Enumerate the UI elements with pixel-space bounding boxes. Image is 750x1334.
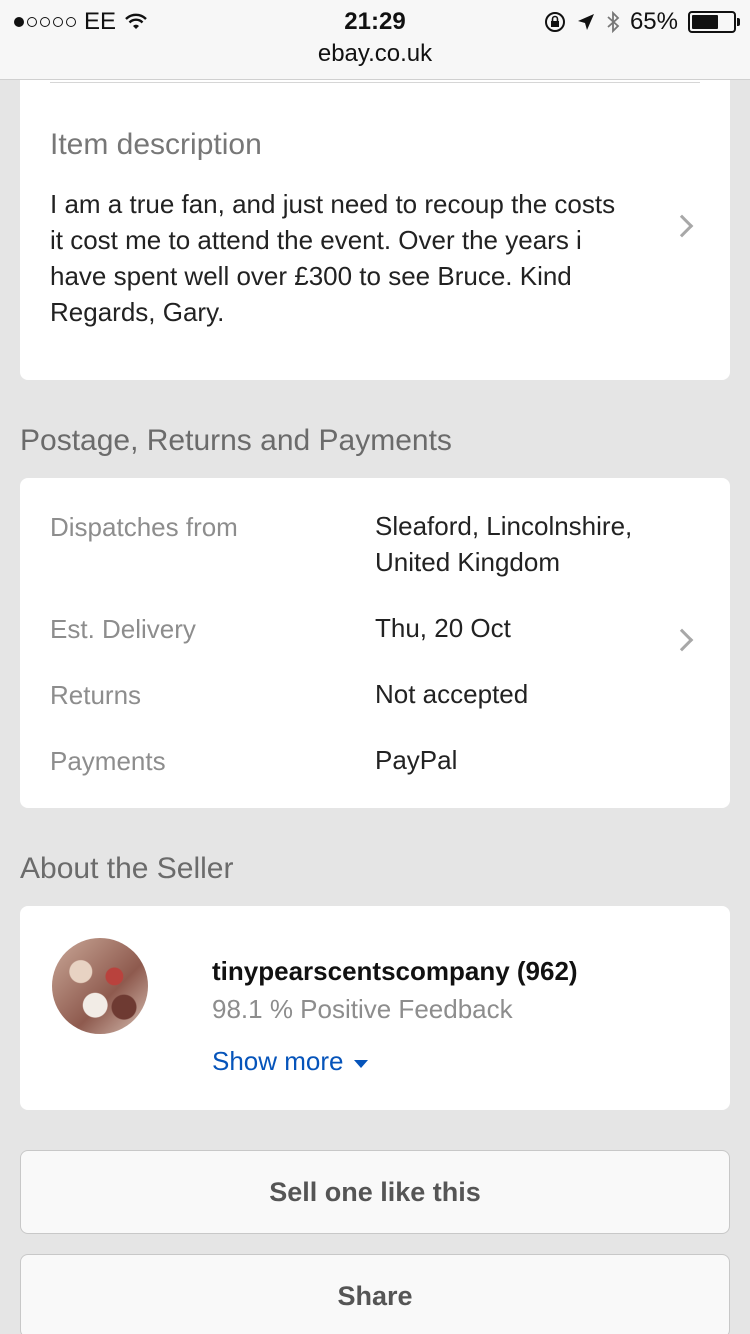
caret-down-icon [353,1059,368,1068]
item-description-label: Item description [50,128,262,161]
postage-section-title: Postage, Returns and Payments [20,424,452,457]
returns-label: Returns [50,680,142,710]
about-seller-title: About the Seller [20,852,234,885]
location-arrow-icon [577,14,594,30]
bluetooth-icon [607,11,620,33]
chevron-right-icon[interactable] [670,214,694,238]
seller-name[interactable]: tinypearscentscompany (962) [212,956,578,987]
battery-icon [688,11,740,33]
show-more-link[interactable]: Show more [212,1046,368,1077]
payments-label: Payments [50,746,166,776]
status-bar: EE 21:29 65% ebay.co.uk [0,0,750,80]
dispatches-from-value: Sleaford, Lincolnshire, United Kingdom [375,511,633,577]
divider [50,82,700,83]
item-description-text: I am a true fan, and just need to recoup… [50,189,616,327]
rotation-lock-icon [544,12,565,32]
seller-card: tinypearscentscompany (962) 98.1 % Posit… [20,906,730,1110]
postage-card[interactable]: Dispatches from Sleaford, Lincolnshire, … [20,478,730,808]
dispatches-from-label: Dispatches from [50,512,238,542]
battery-percent: 65% [629,8,678,35]
status-right: 65% [544,8,740,36]
sell-one-like-this-button[interactable]: Sell one like this [20,1150,730,1234]
seller-avatar[interactable] [52,938,148,1034]
returns-value: Not accepted [375,679,529,709]
url-bar[interactable]: ebay.co.uk [0,40,750,68]
show-more-label: Show more [212,1046,344,1076]
seller-feedback: 98.1 % Positive Feedback [212,994,513,1024]
est-delivery-value: Thu, 20 Oct [375,613,511,643]
item-description-card[interactable]: Item description I am a true fan, and ju… [20,60,730,380]
payments-value: PayPal [375,745,458,775]
est-delivery-label: Est. Delivery [50,614,196,644]
share-button[interactable]: Share [20,1254,730,1334]
